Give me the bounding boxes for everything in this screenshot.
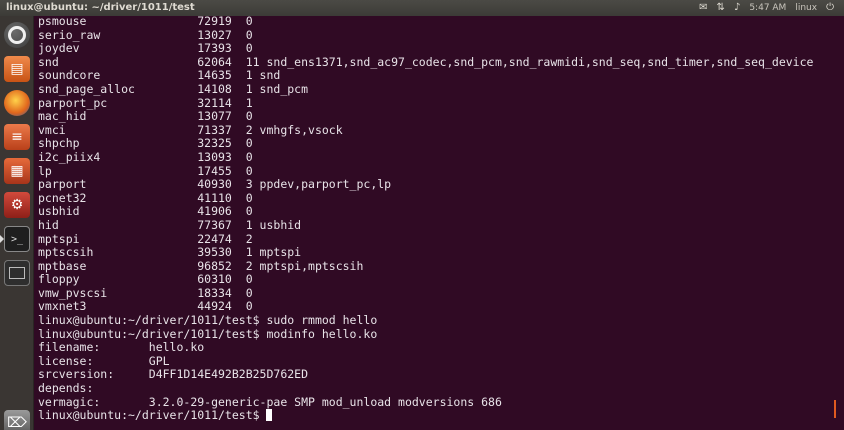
terminal-line: parport 40930 3 ppdev,parport_pc,lp (38, 177, 392, 192)
terminal-line: vmci 71337 2 vmhgfs,vsock (38, 122, 343, 137)
terminal-line: vmw_pvscsi 18334 0 (38, 285, 253, 300)
sound-icon[interactable]: ♪ (734, 0, 740, 16)
terminal-line: depends: (38, 381, 149, 396)
terminal-line: shpchp 32325 0 (38, 136, 253, 151)
terminal-icon[interactable]: >_ (4, 226, 30, 252)
shell-prompt: linux@ubuntu:~/driver/1011/test$ (38, 408, 267, 423)
terminal-line: linux@ubuntu:~/driver/1011/test$ modinfo… (38, 326, 378, 341)
writer-icon[interactable]: ≡ (4, 124, 30, 150)
terminal-line: mptbase 96852 2 mptspi,mptscsih (38, 258, 364, 273)
system-settings-icon[interactable]: ⚙ (4, 192, 30, 218)
terminal-line: vermagic: 3.2.0-29-generic-pae SMP mod_u… (38, 394, 502, 409)
terminal-line: serio_raw 13027 0 (38, 27, 253, 42)
calc-icon[interactable]: ▦ (4, 158, 30, 184)
terminal-line: mptspi 22474 2 (38, 231, 253, 246)
terminal-line: usbhid 41906 0 (38, 204, 253, 219)
terminal-line: srcversion: D4FF1D14E492B2B25D762ED (38, 367, 309, 382)
network-icon[interactable]: ⇅ (717, 0, 725, 16)
terminal-line: soundcore 14635 1 snd (38, 68, 281, 83)
terminal-line: i2c_piix4 13093 0 (38, 149, 253, 164)
workspace-switcher-icon[interactable] (4, 260, 30, 286)
terminal-line: psmouse 72919 0 (38, 14, 253, 28)
terminal-line: license: GPL (38, 353, 170, 368)
terminal-line: parport_pc 32114 1 (38, 95, 253, 110)
clock[interactable]: 5:47 AM (749, 0, 786, 16)
terminal-line: vmxnet3 44924 0 (38, 299, 253, 314)
terminal-line: linux@ubuntu:~/driver/1011/test$ sudo rm… (38, 313, 378, 328)
text-cursor (266, 409, 273, 422)
terminal-output: psmouse 72919 0 serio_raw 13027 0 joydev 1… (38, 14, 814, 423)
firefox-icon[interactable] (4, 90, 30, 116)
user-name[interactable]: linux (795, 0, 817, 16)
terminal-prompt-line[interactable]: linux@ubuntu:~/driver/1011/test$ (38, 408, 813, 423)
terminal-line: snd_page_alloc 14108 1 snd_pcm (38, 81, 309, 96)
trash-icon[interactable]: ⌦ (4, 410, 30, 430)
terminal-line: mac_hid 13077 0 (38, 109, 253, 124)
scrollbar-indicator[interactable] (834, 400, 836, 418)
launcher: ▤ ≡ ▦ ⚙ >_ ⌦ (0, 16, 34, 430)
terminal-line: snd 62064 11 snd_ens1371,snd_ac97_codec,… (38, 54, 814, 69)
terminal-line: joydev 17393 0 (38, 41, 253, 56)
terminal-line: filename: hello.ko (38, 340, 205, 355)
terminal-line: floppy 60310 0 (38, 272, 253, 287)
terminal-line: mptscsih 39530 1 mptspi (38, 245, 302, 260)
terminal-line: lp 17455 0 (38, 163, 253, 178)
mail-icon[interactable]: ✉ (699, 0, 707, 16)
terminal-line: hid 77367 1 usbhid (38, 217, 302, 232)
terminal-line: pcnet32 41110 0 (38, 190, 253, 205)
dash-home-icon[interactable] (4, 22, 30, 48)
indicator-tray: ✉ ⇅ ♪ 5:47 AM linux ⏻ (699, 0, 834, 16)
terminal-window[interactable]: psmouse 72919 0 serio_raw 13027 0 joydev 1… (34, 14, 844, 430)
files-icon[interactable]: ▤ (4, 56, 30, 82)
power-icon[interactable]: ⏻ (826, 0, 834, 16)
